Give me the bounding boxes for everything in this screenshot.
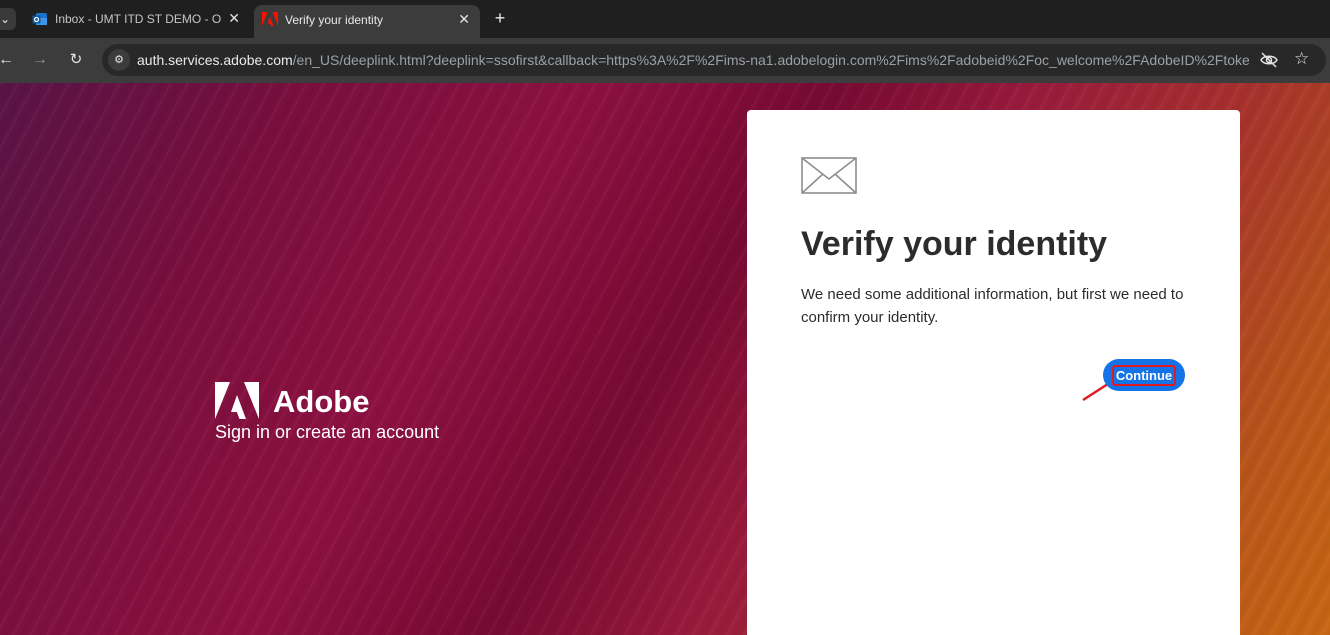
browser-toolbar: ← → ↻ ⚙ auth.services.adobe.com/en_US/de… — [0, 38, 1330, 83]
verify-card: Verify your identity We need some additi… — [747, 110, 1240, 635]
mail-icon — [801, 157, 857, 194]
outlook-icon — [32, 13, 47, 25]
forward-button[interactable]: → — [30, 50, 50, 70]
tab-strip: ⌄ Inbox - UMT ITD ST DEMO - Ou ✕ Verify … — [0, 0, 1330, 38]
close-tab-icon[interactable]: ✕ — [228, 10, 240, 27]
page-title: Verify your identity — [801, 225, 1108, 263]
adobe-icon — [262, 12, 278, 26]
bookmark-star-icon[interactable]: ☆ — [1294, 49, 1309, 69]
tab-title: Inbox - UMT ITD ST DEMO - Ou — [55, 12, 221, 26]
brand-subtitle: Sign in or create an account — [215, 422, 440, 442]
card-description: We need some additional information, but… — [801, 286, 1184, 326]
tab-verify-identity[interactable]: Verify your identity ✕ — [254, 5, 480, 38]
back-button[interactable]: ← — [0, 50, 16, 70]
url-host: auth.services.adobe.com — [137, 52, 293, 68]
tab-search-button[interactable]: ⌄ — [0, 8, 16, 30]
brand-block: Adobe Sign in or create an account — [215, 382, 475, 452]
adobe-logo-icon — [215, 382, 259, 419]
eye-off-icon[interactable] — [1260, 52, 1278, 68]
brand-name: Adobe — [273, 384, 370, 419]
continue-button[interactable]: Continue — [1103, 359, 1185, 391]
address-bar[interactable]: ⚙ auth.services.adobe.com/en_US/deeplink… — [102, 44, 1326, 76]
page-content: Adobe Sign in or create an account Verif… — [0, 83, 1330, 635]
site-info-icon[interactable]: ⚙ — [108, 49, 130, 71]
url-path: /en_US/deeplink.html?deeplink=ssofirst&c… — [292, 52, 1249, 68]
new-tab-button[interactable]: + — [490, 8, 510, 28]
reload-button[interactable]: ↻ — [66, 50, 86, 70]
continue-label: Continue — [1111, 364, 1177, 386]
tab-inbox[interactable]: Inbox - UMT ITD ST DEMO - Ou ✕ — [22, 5, 250, 33]
close-tab-icon[interactable]: ✕ — [458, 11, 470, 28]
url-text[interactable]: auth.services.adobe.com/en_US/deeplink.h… — [137, 52, 1249, 68]
tab-title: Verify your identity — [285, 13, 384, 27]
